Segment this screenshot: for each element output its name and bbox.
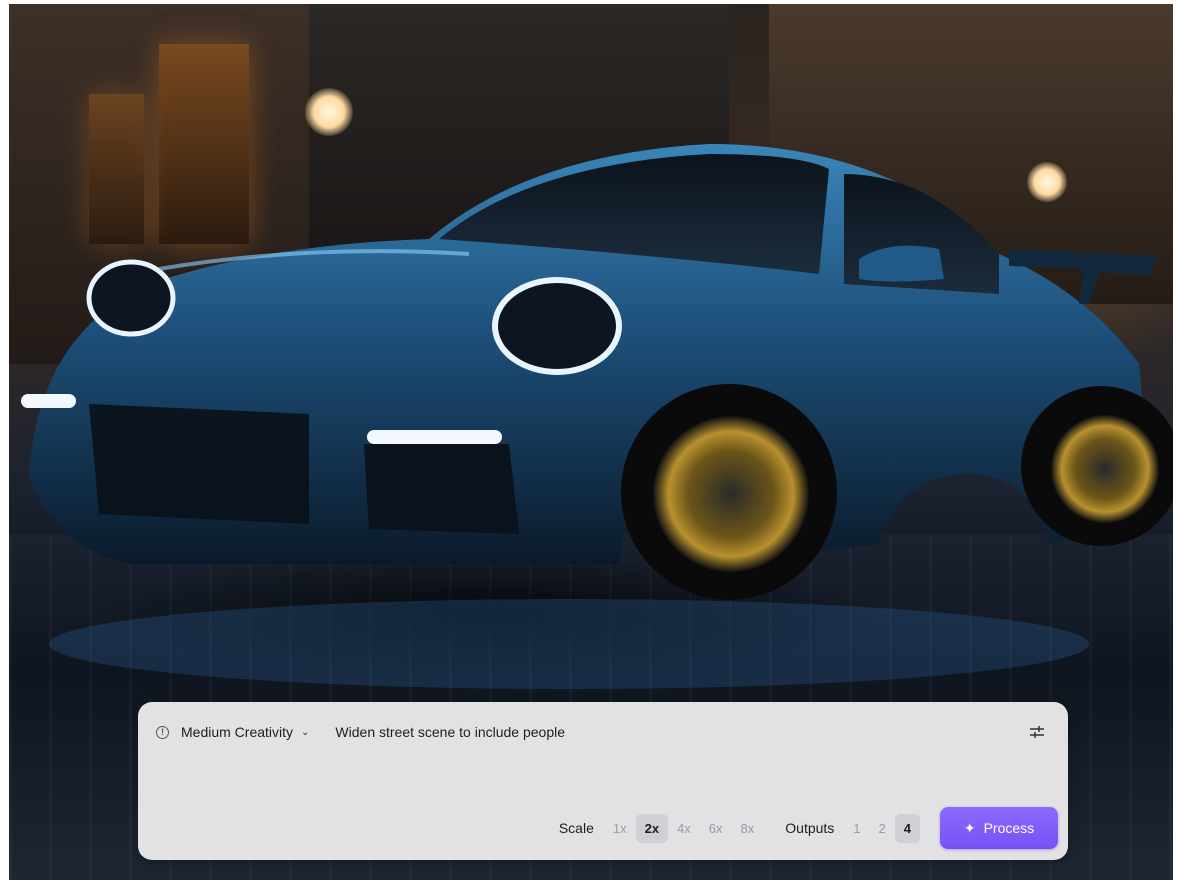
headlight-right xyxy=(492,277,622,375)
scale-option-6x[interactable]: 6x xyxy=(700,814,732,843)
sliders-icon[interactable] xyxy=(1028,723,1046,741)
prompt-input[interactable]: Widen street scene to include people xyxy=(335,724,565,740)
scale-option-8x[interactable]: 8x xyxy=(732,814,764,843)
car-intake xyxy=(364,444,519,534)
scale-label: Scale xyxy=(558,820,594,836)
prompt-row: ! Medium Creativity ⌄ Widen street scene… xyxy=(156,722,1046,742)
info-icon[interactable]: ! xyxy=(156,725,169,739)
creativity-dropdown[interactable]: Medium Creativity ⌄ xyxy=(181,724,309,740)
outputs-option-1[interactable]: 1 xyxy=(844,814,869,843)
sparkle-icon: ✦ xyxy=(963,819,976,836)
outputs-label: Outputs xyxy=(785,820,835,836)
car-reflection xyxy=(49,599,1089,689)
headlight-left xyxy=(86,259,176,337)
scale-option-4x[interactable]: 4x xyxy=(668,814,700,843)
scale-option-1x[interactable]: 1x xyxy=(604,814,636,843)
rear-rim xyxy=(1051,415,1159,523)
outputs-option-2[interactable]: 2 xyxy=(870,814,895,843)
drl-left xyxy=(21,394,76,408)
options-row: Scale 1x 2x 4x 6x 8x Outputs 1 2 4 ✦ Pro… xyxy=(558,807,1058,849)
scale-option-2x[interactable]: 2x xyxy=(635,813,669,843)
outputs-option-4[interactable]: 4 xyxy=(894,813,920,843)
process-button[interactable]: ✦ Process xyxy=(940,807,1058,849)
front-rim xyxy=(653,416,809,572)
creativity-label: Medium Creativity xyxy=(181,724,294,740)
drl-right xyxy=(367,430,502,444)
chevron-down-icon: ⌄ xyxy=(301,726,310,738)
car-grille xyxy=(89,404,309,524)
process-label: Process xyxy=(983,820,1035,836)
prompt-panel: ! Medium Creativity ⌄ Widen street scene… xyxy=(138,702,1068,860)
